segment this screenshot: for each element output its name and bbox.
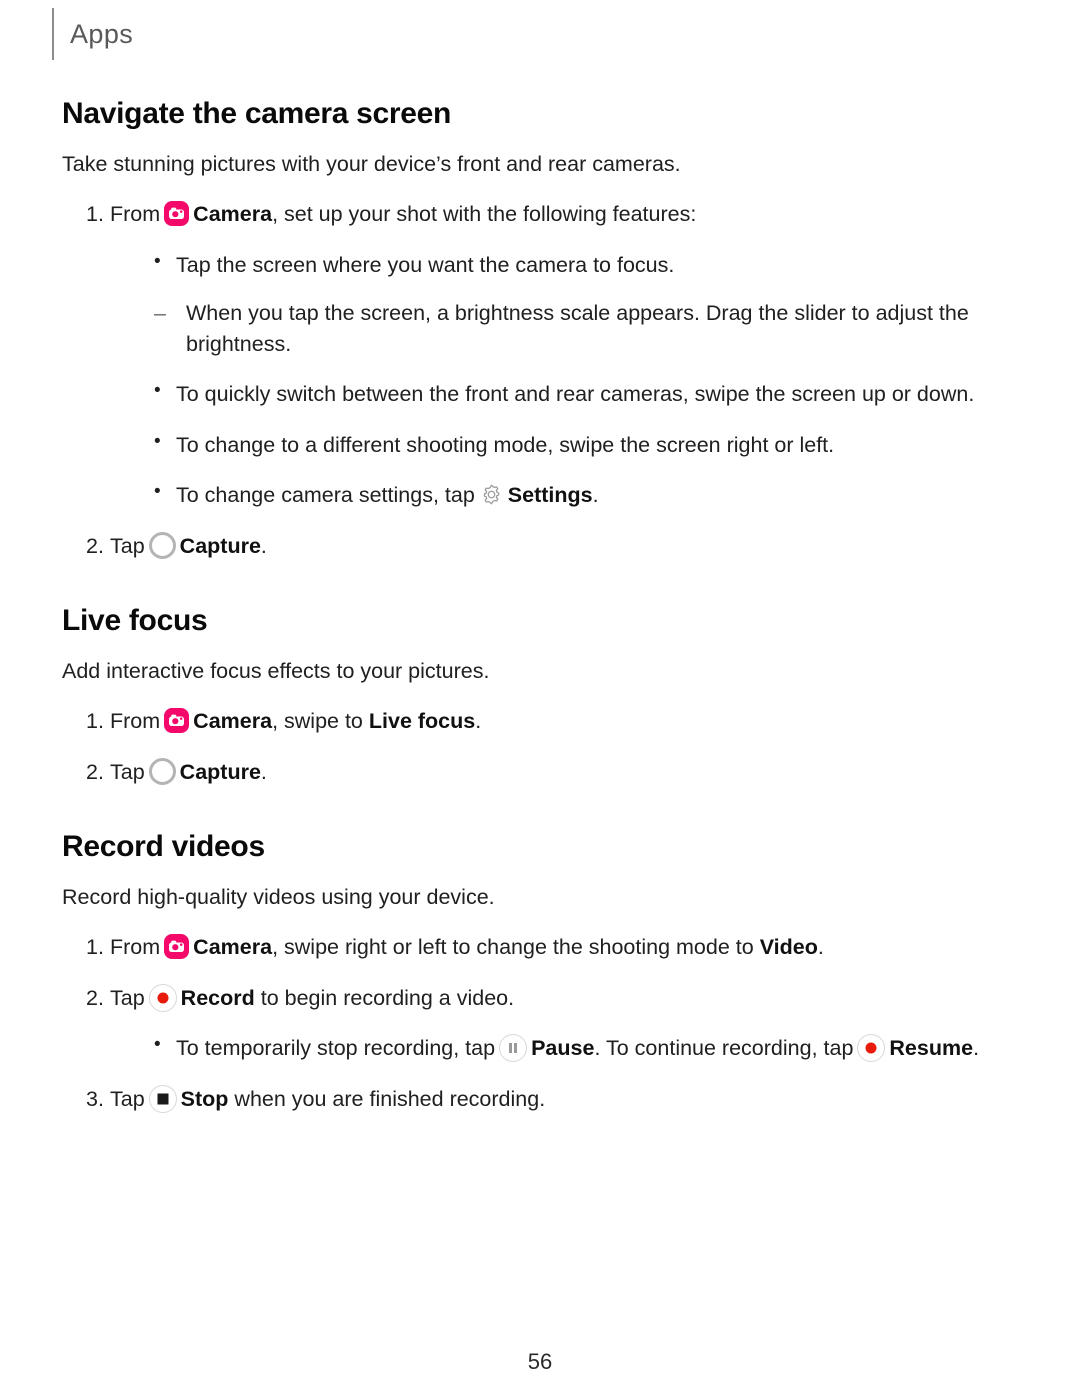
steps-list-navigate: 1. From Camera, set up your shot with the… — [62, 199, 1020, 561]
step-item: 2. Tap Capture. — [62, 531, 1020, 562]
step-text-bold: Capture — [179, 759, 261, 784]
stop-square-icon — [157, 1093, 169, 1105]
step-text-bold: Camera — [193, 202, 273, 227]
step-text-pre: From — [110, 709, 161, 734]
section-intro-navigate-camera-screen: Take stunning pictures with your device’… — [62, 152, 681, 176]
list-item: Tap the screen where you want the camera… — [148, 249, 1020, 281]
step-text-mid: , swipe right or left to change the shoo… — [272, 935, 754, 960]
stop-icon — [148, 1084, 177, 1113]
bullet-text-bold: Settings — [507, 483, 593, 508]
bullet-text-pre: To change camera settings, tap — [176, 483, 475, 508]
step-item: 1. From Camera, swipe right or left to ch… — [62, 932, 1020, 963]
step-item: 2. Tap Record to begin recording a video. … — [62, 983, 1020, 1064]
step-text-bold: Camera — [193, 935, 273, 960]
pause-bar-left-icon — [509, 1043, 513, 1054]
dash-list-navigate: When you tap the screen, a brightness sc… — [152, 298, 1020, 359]
step-item: 2. Tap Capture. — [62, 757, 1020, 788]
capture-icon — [148, 531, 176, 559]
page-content: Navigate the camera screen Take stunning… — [62, 96, 1020, 1114]
bullet-list-navigate-1: Tap the screen where you want the camera… — [148, 249, 1020, 281]
list-item-pause-resume: To temporarily stop recording, tap Pause.… — [148, 1032, 1020, 1064]
step-number: 1. — [86, 709, 104, 734]
list-item-settings: To change camera settings, tap Settings. — [148, 479, 1020, 511]
step-text-post: to begin recording a video. — [254, 985, 515, 1010]
section-intro-record-videos: Record high-quality videos using your de… — [62, 885, 495, 910]
bullet-list-record: To temporarily stop recording, tap Pause.… — [148, 1032, 1020, 1064]
step-text-post: . — [475, 709, 482, 734]
record-icon — [148, 983, 177, 1012]
section-title-record-videos: Record videos — [62, 830, 265, 864]
section-intro-live-focus: Add interactive focus effects to your pi… — [62, 659, 490, 684]
list-item: When you tap the screen, a brightness sc… — [152, 298, 1020, 359]
section-title-live-focus: Live focus — [62, 604, 208, 638]
step-text-pre: From — [110, 935, 161, 960]
step-number: 2. — [86, 759, 104, 784]
step-text-bold-2: Live focus — [368, 709, 476, 734]
step-text-pre: Tap — [110, 985, 145, 1010]
bullet-text-mid: . To continue recording, tap — [594, 1036, 854, 1061]
step-item: 1. From Camera, set up your shot with the… — [62, 199, 1020, 511]
step-text-post: . — [260, 533, 267, 558]
step-text-bold-2: Video — [759, 935, 818, 960]
bullet-text-bold-1: Pause — [531, 1036, 595, 1061]
step-item: 3. Tap Stop when you are finished recordin… — [62, 1084, 1020, 1115]
step-number: 1. — [86, 202, 104, 227]
bullet-text-post: . — [973, 1036, 980, 1061]
pause-bar-right-icon — [514, 1043, 518, 1054]
steps-list-record-videos: 1. From Camera, swipe right or left to ch… — [62, 932, 1020, 1114]
camera-icon — [164, 708, 190, 734]
gear-icon — [479, 482, 504, 507]
list-item: To quickly switch between the front and … — [148, 378, 1020, 410]
bullet-text-pre: To temporarily stop recording, tap — [176, 1036, 496, 1061]
step-item: 1. From Camera, swipe to Live focus. — [62, 706, 1020, 737]
list-item: To change to a different shooting mode, … — [148, 429, 1020, 461]
step-text-bold: Camera — [193, 709, 273, 734]
section-title-navigate-camera-screen: Navigate the camera screen — [62, 97, 452, 130]
record-dot-icon — [157, 992, 169, 1004]
step-number: 3. — [86, 1086, 104, 1111]
step-text-pre: From — [110, 202, 161, 227]
header-label: Apps — [70, 18, 134, 49]
step-number: 1. — [86, 935, 104, 960]
step-text-mid: , swipe to — [272, 709, 363, 734]
bullet-text-bold-2: Resume — [889, 1036, 974, 1061]
step-number: 2. — [86, 533, 104, 558]
step-text-post: . — [817, 935, 824, 960]
pause-icon — [499, 1034, 528, 1063]
camera-icon — [164, 934, 190, 960]
running-header: Apps — [52, 8, 133, 60]
camera-icon — [164, 201, 190, 227]
step-text-post: . — [260, 759, 267, 784]
step-text-bold: Record — [180, 985, 255, 1010]
step-text-pre: Tap — [110, 533, 145, 558]
steps-list-live-focus: 1. From Camera, swipe to Live focus. 2. Ta… — [62, 706, 1020, 787]
capture-icon — [148, 757, 176, 785]
step-text-post: when you are finished recording. — [228, 1086, 546, 1111]
resume-icon — [857, 1034, 886, 1063]
record-dot-icon — [865, 1042, 877, 1054]
step-text-bold: Stop — [180, 1086, 229, 1111]
step-text-pre: Tap — [110, 759, 145, 784]
step-number: 2. — [86, 985, 104, 1010]
page-number: 56 — [527, 1349, 553, 1374]
step-text-pre: Tap — [110, 1086, 145, 1111]
bullet-list-navigate-2: To quickly switch between the front and … — [148, 378, 1020, 511]
bullet-text-post: . — [592, 483, 599, 508]
step-text-bold: Capture — [179, 533, 261, 558]
step-text-post: , set up your shot with the following fe… — [272, 202, 697, 227]
